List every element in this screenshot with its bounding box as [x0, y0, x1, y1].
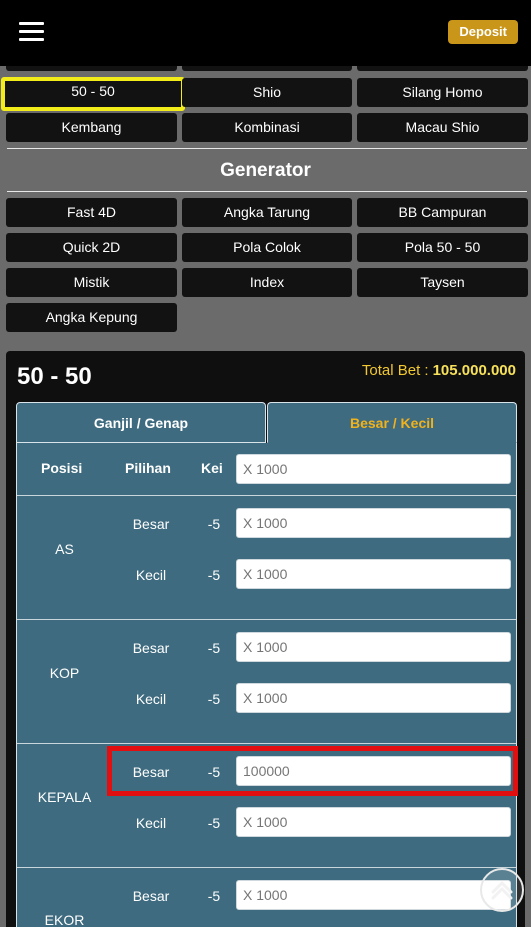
generator-button-quick-2d[interactable]: Quick 2D	[6, 233, 177, 262]
generator-button-fast-4d[interactable]: Fast 4D	[6, 198, 177, 227]
amount-input-kop-besar[interactable]	[236, 632, 511, 662]
generator-button-pola-50-50[interactable]: Pola 50 - 50	[357, 233, 528, 262]
amount-input-as-kecil[interactable]	[236, 559, 511, 589]
row-divider	[17, 619, 516, 620]
amount-input-as-besar[interactable]	[236, 508, 511, 538]
market-button-kembang[interactable]: Kembang	[6, 113, 177, 142]
divider	[7, 191, 527, 192]
generator-button-index[interactable]: Index	[182, 268, 352, 297]
total-bet: Total Bet :105.000.000	[362, 362, 516, 379]
market-button-shio[interactable]: Shio	[182, 78, 352, 107]
total-bet-label: Total Bet :	[361, 362, 429, 379]
generator-button-bb-campuran[interactable]: BB Campuran	[357, 198, 528, 227]
posisi-kop: KOP	[49, 665, 80, 681]
amount-input-kepala-besar[interactable]	[236, 756, 511, 786]
header-pilihan: Pilihan	[125, 460, 171, 476]
tab-ganjil-genap[interactable]: Ganjil / Genap	[16, 402, 266, 443]
header-kei: Kei	[201, 460, 223, 476]
header-posisi: Posisi	[41, 460, 83, 476]
generator-button-pola-colok[interactable]: Pola Colok	[182, 233, 352, 262]
bet-type-tabs: Ganjil / Genap Besar / Kecil	[16, 402, 517, 443]
chevron-up-icon	[491, 881, 513, 900]
row-divider	[17, 867, 516, 868]
market-button-50-50[interactable]: 50 - 50	[1, 77, 185, 111]
kei-value: -5	[207, 516, 221, 532]
generator-button-taysen[interactable]: Taysen	[357, 268, 528, 297]
deposit-button[interactable]: Deposit	[448, 20, 518, 44]
panel-title: 50 - 50	[17, 363, 92, 390]
market-button-kombinasi[interactable]: Kombinasi	[182, 113, 352, 142]
pilihan-besar: Besar	[132, 516, 170, 532]
pilihan-kecil: Kecil	[135, 691, 167, 707]
row-divider	[17, 743, 516, 744]
bet-table: Posisi Pilihan Kei AS Besar -5 Kecil -5 …	[16, 443, 517, 927]
amount-input-ekor-besar[interactable]	[236, 880, 511, 910]
pilihan-kecil: Kecil	[135, 567, 167, 583]
menu-icon[interactable]	[19, 22, 44, 42]
divider	[7, 148, 527, 149]
market-button-silang-homo[interactable]: Silang Homo	[357, 78, 528, 107]
kei-value: -5	[207, 764, 221, 780]
pilihan-besar: Besar	[132, 764, 170, 780]
pilihan-kecil: Kecil	[135, 815, 167, 831]
kei-value: -5	[207, 888, 221, 904]
generator-title: Generator	[220, 160, 311, 181]
tab-besar-kecil[interactable]: Besar / Kecil	[267, 402, 517, 443]
scroll-top-button[interactable]	[480, 868, 524, 912]
generator-button-angka-tarung[interactable]: Angka Tarung	[182, 198, 352, 227]
bulk-amount-input[interactable]	[236, 454, 511, 484]
kei-value: -5	[207, 567, 221, 583]
generator-button-mistik[interactable]: Mistik	[6, 268, 177, 297]
posisi-as: AS	[55, 541, 74, 557]
top-bar: Deposit	[0, 0, 531, 66]
posisi-ekor: EKOR	[44, 912, 85, 927]
market-button-macau-shio[interactable]: Macau Shio	[357, 113, 528, 142]
generator-button-angka-kepung[interactable]: Angka Kepung	[6, 303, 177, 332]
kei-value: -5	[207, 640, 221, 656]
pilihan-besar: Besar	[132, 640, 170, 656]
amount-input-kepala-kecil[interactable]	[236, 807, 511, 837]
posisi-kepala: KEPALA	[37, 789, 92, 805]
pilihan-besar: Besar	[132, 888, 170, 904]
kei-value: -5	[207, 815, 221, 831]
total-bet-value: 105.000.000	[432, 362, 516, 379]
row-divider	[17, 495, 516, 496]
amount-input-kop-kecil[interactable]	[236, 683, 511, 713]
kei-value: -5	[207, 691, 221, 707]
bet-panel: 50 - 50 Total Bet :105.000.000 Ganjil / …	[6, 351, 525, 927]
